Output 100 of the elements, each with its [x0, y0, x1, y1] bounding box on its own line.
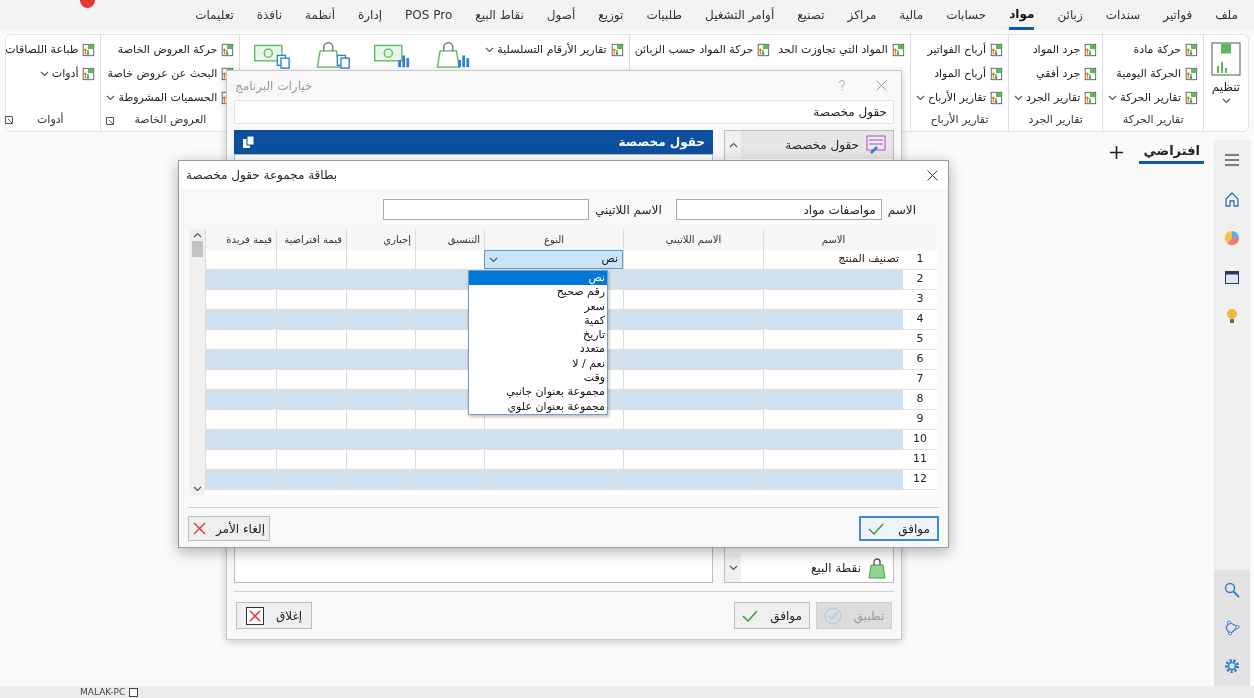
row-number: 10	[903, 430, 937, 449]
report-icon	[81, 67, 96, 81]
report-icon	[988, 91, 1003, 105]
menu-item[interactable]: POS Pro	[405, 0, 453, 30]
report-icon	[1083, 67, 1098, 81]
ok-button[interactable]: موافق	[859, 516, 939, 541]
scrollbar[interactable]	[190, 229, 205, 495]
menu-icon[interactable]	[1224, 153, 1240, 167]
scroll-up-icon	[728, 142, 738, 148]
menu-item[interactable]: فواتير	[1163, 0, 1193, 30]
ok-button[interactable]: موافق	[734, 602, 810, 629]
scroll-up-icon	[193, 232, 202, 238]
share-icon[interactable]	[1224, 620, 1240, 636]
dropdown-option[interactable]: كمية	[469, 313, 607, 329]
ribbon-button[interactable]: حركة المواد حسب الزبائن	[632, 38, 773, 62]
dropdown-option[interactable]: سعر	[469, 299, 607, 314]
dropdown-option[interactable]: رقم صحيح	[469, 285, 607, 300]
name-field[interactable]: مواصفات مواد	[675, 199, 882, 220]
menu-item[interactable]: إدارة	[358, 0, 383, 30]
computer-icon	[129, 687, 139, 697]
menu-item[interactable]: حسابات	[946, 0, 987, 30]
menu-item[interactable]: سندات	[1105, 0, 1141, 30]
organize-button[interactable]: تنظيم	[1207, 38, 1245, 124]
menu-item[interactable]: توزيع	[598, 0, 624, 30]
search-field[interactable]: حقول مخصصة	[234, 100, 894, 124]
menu-item[interactable]: طلبيات	[646, 0, 683, 30]
group-label: تقارير الحركة	[1122, 112, 1184, 129]
ribbon-button[interactable]: أدوات	[37, 62, 98, 86]
ribbon-button[interactable]: حركة مادة	[1131, 38, 1200, 62]
row-number: 6	[903, 350, 937, 369]
menu-item[interactable]: نقاط البيع	[475, 0, 524, 30]
home-icon[interactable]	[1224, 191, 1240, 207]
scroll-down-icon	[728, 565, 738, 571]
cancel-button[interactable]: إلغاء الأمر	[188, 516, 270, 541]
close-icon[interactable]	[927, 169, 938, 181]
menu-item[interactable]: ملف	[1215, 0, 1238, 30]
table-cell: تصنيف المنتج	[763, 250, 903, 269]
chevron-down-icon	[1013, 95, 1023, 101]
menu-item[interactable]: تعليمات	[195, 0, 234, 30]
ribbon-button[interactable]: جرد المواد	[1030, 38, 1100, 62]
ribbon-button[interactable]: حركة العروض الخاصة	[115, 38, 237, 62]
menu-item[interactable]: أصول	[546, 0, 576, 30]
menu-item[interactable]: نافذة	[256, 0, 283, 30]
menu-item[interactable]: مراكز	[847, 0, 877, 30]
dropdown-option[interactable]: نعم / لا	[469, 356, 607, 372]
nav-item[interactable]: حقول مخصصة	[741, 131, 893, 159]
ribbon-button[interactable]: تقارير الأرقام التسلسلية	[483, 38, 626, 62]
tab[interactable]: افتراضي	[1139, 140, 1204, 164]
check-circle-icon	[823, 606, 842, 625]
calendar-icon[interactable]	[1224, 269, 1240, 285]
chevron-down-icon	[915, 95, 925, 101]
add-tab-icon[interactable]	[1110, 145, 1124, 159]
dialog-launcher-icon[interactable]	[106, 116, 115, 125]
menu-item[interactable]: زبائن	[1057, 0, 1083, 30]
report-icon	[756, 43, 771, 57]
close-button[interactable]: إغلاق	[236, 602, 312, 629]
group-label: أدوات	[37, 111, 64, 128]
document-icon	[242, 135, 256, 149]
search-icon[interactable]	[1224, 582, 1240, 598]
field-label: الاسم	[887, 201, 916, 219]
menu-item[interactable]: أوامر التشغيل	[705, 0, 775, 30]
report-icon	[988, 43, 1003, 57]
ribbon-button[interactable]: أرباح المواد	[932, 62, 1005, 86]
menu-item[interactable]: مواد	[1009, 0, 1035, 30]
ribbon-button[interactable]: تقارير الجرد	[1011, 86, 1100, 110]
ribbon-button[interactable]: تقارير الحركة	[1106, 86, 1200, 110]
ribbon-button[interactable]: المواد التي تجاوزت الحد	[776, 38, 907, 62]
report-icon	[988, 67, 1003, 81]
report-icon	[81, 43, 96, 57]
menu-item[interactable]: تصنيع	[797, 0, 825, 30]
report-icon	[1184, 67, 1198, 81]
type-combo[interactable]: نص	[484, 250, 623, 269]
dropdown-option[interactable]: مجموعة بعنوان جانبي	[469, 385, 607, 400]
menu-item[interactable]: أنظمة	[305, 0, 335, 30]
pie-chart-icon[interactable]	[1224, 230, 1240, 246]
scroll-thumb[interactable]	[192, 241, 203, 257]
ribbon-button[interactable]: تقارير الأرباح	[913, 86, 1005, 110]
dropdown-option[interactable]: مجموعة بعنوان علوي	[469, 399, 607, 414]
row-number: 8	[903, 390, 937, 409]
ribbon-button[interactable]: جرد أفقي	[1034, 62, 1100, 86]
ribbon-button[interactable]: أرباح الفواتير	[925, 38, 1005, 62]
dropdown-option[interactable]: تاريخ	[469, 328, 607, 343]
chevron-down-icon	[39, 71, 49, 77]
menu-item[interactable]: مالية	[899, 0, 924, 30]
ribbon-button[interactable]: طباعة اللصاقات	[3, 38, 98, 62]
chevron-down-icon	[1221, 98, 1231, 104]
dropdown-option[interactable]: وقت	[469, 371, 607, 386]
lightbulb-icon[interactable]	[1226, 308, 1238, 324]
chart-icon	[1211, 42, 1241, 76]
report-icon	[1184, 43, 1198, 57]
dialog-launcher-icon[interactable]	[5, 116, 14, 124]
dropdown-option[interactable]: متعدد	[469, 342, 607, 357]
chevron-down-icon	[1108, 95, 1118, 101]
ribbon-button[interactable]: الحركة اليومية	[1114, 62, 1200, 86]
dropdown-option[interactable]: نص	[469, 271, 607, 286]
settings-icon[interactable]	[1224, 658, 1240, 674]
window-title: خيارات البرنامج	[235, 77, 313, 95]
panel-title: حقول مخصصة	[618, 134, 705, 151]
close-icon	[192, 522, 206, 535]
latin-name-field[interactable]	[383, 199, 589, 220]
